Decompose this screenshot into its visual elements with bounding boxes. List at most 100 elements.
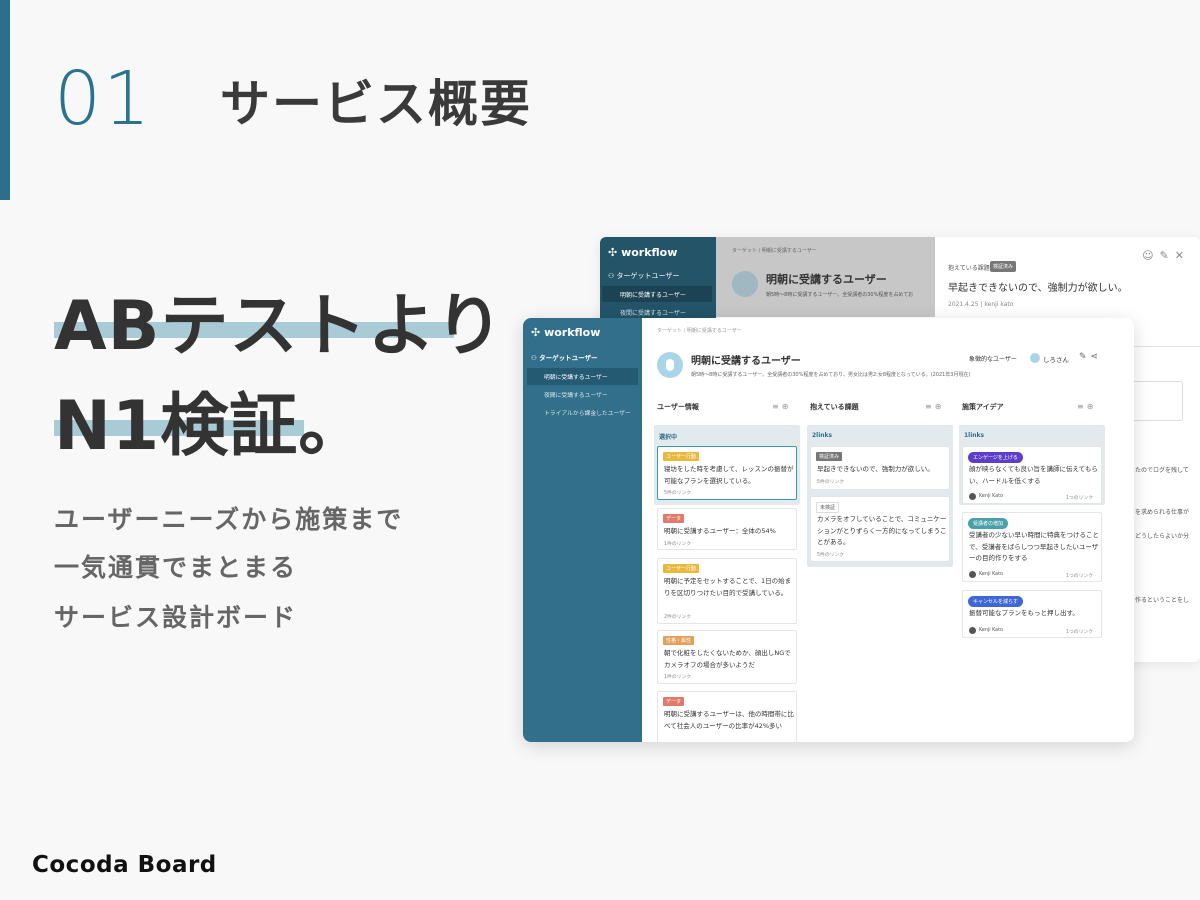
section-number: 01 bbox=[54, 56, 153, 142]
card-author: Kenji Kato bbox=[979, 628, 1003, 633]
section-title: サービス概要 bbox=[220, 75, 532, 133]
header-actions: ✎⋖ bbox=[1079, 352, 1102, 362]
author-avatar bbox=[969, 571, 976, 578]
subtext-line-1: ユーザーニーズから施策まで bbox=[54, 505, 404, 534]
card-tag: ユーザー行動 bbox=[663, 452, 699, 461]
filter-icon[interactable]: ≡ bbox=[772, 402, 782, 411]
card-tag: 受講者の増加 bbox=[968, 518, 1009, 529]
text-fragment: たのでログを残して bbox=[1135, 467, 1189, 474]
card-tag: 検証済み bbox=[816, 452, 843, 461]
card-tag: キャンセルを減らす bbox=[968, 596, 1023, 607]
card-text: 寝坊をした時を考慮して、レッスンの振替が可能なプランを選択している。 bbox=[664, 465, 794, 485]
card-links: 2件のリンク bbox=[664, 615, 692, 620]
avatar bbox=[732, 271, 758, 297]
breadcrumb: ターゲット / 明朝に受講するユーザー bbox=[732, 248, 817, 254]
persona-avatar bbox=[1030, 353, 1040, 363]
section-accent-bar bbox=[0, 0, 10, 200]
page-title: 明朝に受講するユーザー bbox=[766, 273, 887, 286]
card-links: 1件のリンク bbox=[664, 675, 692, 680]
column-count: 2links bbox=[812, 432, 833, 439]
card-tag: ユーザー行動 bbox=[663, 564, 699, 573]
card-tag: データ bbox=[663, 514, 685, 523]
card-links: 1件のリンク bbox=[664, 542, 692, 547]
card[interactable]: データ 明朝に受講するユーザー：全体の54% 1件のリンク bbox=[657, 508, 797, 550]
card-author: Kenji Kato bbox=[979, 494, 1003, 499]
panel-issue-text: 早起きできないので、強制力が欲しい。 bbox=[948, 283, 1128, 294]
filter-icon[interactable]: ≡ bbox=[1077, 402, 1087, 411]
workflow-logo-icon: ✣ bbox=[531, 326, 541, 339]
card[interactable]: ユーザー行動 明朝に予定をセットすることで、1日の始まりを区切りつけたい目的で受… bbox=[657, 558, 797, 624]
page-description: 朝5時〜8時に受講するユーザー。全受講者の30%程度を占めてお bbox=[766, 292, 914, 298]
emoji-icon[interactable]: ☺ bbox=[1142, 249, 1159, 262]
column-actions: ≡⊕ bbox=[772, 402, 791, 411]
users-icon: ⚇ bbox=[531, 354, 537, 362]
close-icon[interactable]: ✕ bbox=[1175, 249, 1190, 262]
add-icon[interactable]: ⊕ bbox=[1087, 402, 1097, 411]
headline-line-2: N1検証。 bbox=[54, 387, 368, 466]
card-tag: 未検証 bbox=[816, 502, 840, 513]
card-links: 5件のリンク bbox=[664, 491, 692, 496]
card-text: 顔が映らなくても良い旨を講師に伝えてもらい、ハードルを低くする bbox=[969, 465, 1098, 485]
card-links: 5件のリンク bbox=[817, 480, 845, 485]
pencil-icon[interactable]: ✎ bbox=[1160, 249, 1175, 262]
add-icon[interactable]: ⊕ bbox=[782, 402, 792, 411]
page-description: 朝5時〜8時に受講するユーザー。全受講者の30%程度を占めており、男女比は男2:… bbox=[691, 372, 971, 378]
card[interactable]: 受講者の増加 受講者の少ない早い時間に特典をつけることで、受講者をばらしつつ早起… bbox=[962, 512, 1102, 582]
sidebar-heading: ⚇ ターゲットユーザー bbox=[531, 354, 598, 362]
card[interactable]: キャンセルを減らす 振替可能なプランをもっと押し出す。 Kenji Kato 1… bbox=[962, 590, 1102, 638]
status-badge: 検証済み bbox=[990, 261, 1017, 272]
card-tag: 性格・属性 bbox=[663, 636, 695, 645]
back-sidebar-heading: ⚇ ターゲットユーザー bbox=[608, 272, 680, 280]
add-icon[interactable]: ⊕ bbox=[935, 402, 945, 411]
persona-label: 象徴的なユーザー bbox=[969, 356, 1017, 363]
author-avatar bbox=[969, 627, 976, 634]
card[interactable]: 検証済み 早起きできないので、強制力が欲しい。 5件のリンク bbox=[810, 446, 950, 490]
panel-date: 2021.4.25 | kenji kato bbox=[948, 301, 1014, 308]
column-header-user-info: ユーザー情報 bbox=[657, 403, 699, 411]
card-text: 明朝に受講するユーザー：全体の54% bbox=[664, 527, 776, 535]
share-icon[interactable]: ⋖ bbox=[1091, 352, 1103, 362]
panel-label: 抱えている課題 bbox=[948, 265, 990, 272]
front-app-window: ✣ workflow ⚇ ターゲットユーザー 明朝に受講するユーザー 夜間に受講… bbox=[523, 318, 1134, 742]
sidebar-item-night-users[interactable]: 夜間に受講するユーザー bbox=[527, 386, 638, 403]
back-sidebar-item[interactable]: 明朝に受講するユーザー bbox=[602, 286, 712, 302]
back-header-overlay: ターゲット / 明朝に受講するユーザー 明朝に受講するユーザー 朝5時〜8時に受… bbox=[716, 237, 935, 317]
page-title: 明朝に受講するユーザー bbox=[691, 356, 801, 367]
card-links: 1つのリンク bbox=[1065, 496, 1093, 501]
brand-logo: Cocoda Board bbox=[32, 852, 217, 878]
persona-name[interactable]: しろさん bbox=[1043, 354, 1069, 364]
panel-actions: ☺✎✕ bbox=[1142, 249, 1190, 262]
column-actions: ≡⊕ bbox=[1077, 402, 1096, 411]
card-text: 早起きできないので、強制力が欲しい。 bbox=[817, 465, 934, 473]
card-links: 1つのリンク bbox=[1065, 630, 1093, 635]
card[interactable]: 性格・属性 朝で化粧をしたくないためか、顔出しNGでカメラオフの場合が多いようだ… bbox=[657, 630, 797, 684]
subtext-line-2: 一気通貫でまとまる bbox=[54, 553, 298, 582]
sidebar: ✣ workflow ⚇ ターゲットユーザー 明朝に受講するユーザー 夜間に受講… bbox=[523, 318, 642, 742]
app-logo: ✣ workflow bbox=[531, 326, 601, 339]
column-actions: ≡⊕ bbox=[925, 402, 944, 411]
text-fragment: を求められる仕事が bbox=[1135, 509, 1190, 516]
column-header-ideas: 施策アイデア bbox=[962, 403, 1004, 411]
author-avatar bbox=[969, 493, 976, 500]
card-text: 受講者の少ない早い時間に特典をつけることで、受講者をばらしつつ早起きしたいユーザ… bbox=[969, 531, 1099, 562]
card-tag: エンゲージを上げる bbox=[968, 452, 1023, 463]
text-fragment: 作るということをし bbox=[1135, 597, 1190, 604]
card[interactable]: エンゲージを上げる 顔が映らなくても良い旨を講師に伝えてもらい、ハードルを低くす… bbox=[962, 446, 1102, 504]
filter-icon[interactable]: ≡ bbox=[925, 402, 935, 411]
card[interactable]: 未検証 カメラをオフしていることで、コミュニケーションがとりずらく一方的になって… bbox=[810, 496, 950, 562]
card-author: Kenji Kato bbox=[979, 572, 1003, 577]
breadcrumb[interactable]: ターゲット / 明朝に受講するユーザー bbox=[657, 327, 742, 334]
sidebar-item-trial-paid-users[interactable]: トライアルから課金したユーザー bbox=[527, 404, 638, 421]
card-tag: データ bbox=[663, 697, 685, 706]
card[interactable]: データ 明朝に受講するユーザーは、他の時間帯に比べて社会人のユーザーの比率が42… bbox=[657, 691, 797, 742]
sidebar-item-morning-users[interactable]: 明朝に受講するユーザー bbox=[527, 368, 638, 385]
card-text: 明朝に受講するユーザーは、他の時間帯に比べて社会人のユーザーの比率が42%多い bbox=[664, 710, 794, 730]
pencil-icon[interactable]: ✎ bbox=[1079, 352, 1091, 362]
subtext-line-3: サービス設計ボード bbox=[54, 603, 298, 632]
card[interactable]: ユーザー行動 寝坊をした時を考慮して、レッスンの振替が可能なプランを選択している… bbox=[657, 446, 797, 500]
card-text: 明朝に予定をセットすることで、1日の始まりを区切りつけたい目的で受講している。 bbox=[664, 577, 792, 597]
card-text: カメラをオフしていることで、コミュニケーションがとりずらく一方的になってしまうこ… bbox=[817, 515, 947, 546]
column-header-issues: 抱えている課題 bbox=[810, 403, 859, 411]
text-fragment: どうしたらよいか分 bbox=[1135, 533, 1190, 540]
card-links: 1つのリンク bbox=[1065, 574, 1093, 579]
